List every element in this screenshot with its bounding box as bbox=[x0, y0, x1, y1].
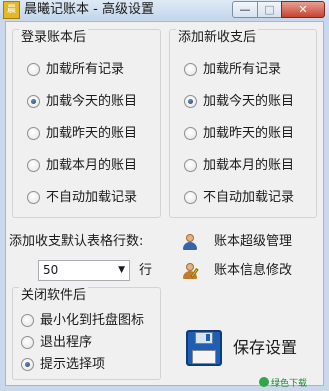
radio-button[interactable] bbox=[184, 191, 197, 204]
chevron-down-icon[interactable]: ▼ bbox=[118, 264, 125, 277]
watermark-text: 绿色下载 bbox=[271, 379, 308, 389]
login-option-label: 加载今天的账目 bbox=[46, 94, 138, 109]
save-button-label: 保存设置 bbox=[233, 338, 298, 357]
radio-button[interactable] bbox=[21, 336, 34, 349]
user-icon bbox=[183, 234, 197, 250]
minimize-button[interactable]: — bbox=[232, 1, 258, 18]
close-option-label: 提示选择项 bbox=[40, 357, 106, 372]
window-title: 晨曦记账本 - 高级设置 bbox=[24, 2, 154, 17]
default-rows-label: 添加收支默认表格行数: bbox=[9, 234, 144, 249]
maximize-button[interactable]: □ bbox=[257, 1, 282, 18]
close-option-label: 退出程序 bbox=[40, 335, 93, 350]
watermark-logo-icon bbox=[259, 377, 269, 387]
radio-button[interactable] bbox=[27, 63, 40, 76]
title-bar[interactable]: 晨 晨曦记账本 - 高级设置 — □ ✕ bbox=[0, 0, 329, 20]
floppy-disk-icon bbox=[186, 330, 222, 366]
info-edit-link[interactable]: 账本信息修改 bbox=[214, 262, 292, 280]
add-option-label: 不自动加载记录 bbox=[203, 190, 295, 205]
login-option-label: 加载本月的账目 bbox=[46, 158, 138, 173]
login-group-title: 登录账本后 bbox=[19, 29, 89, 47]
close-behavior-group: 关闭软件后 最小化到托盘图标 退出程序 提示选择项 bbox=[12, 287, 161, 380]
close-option-label: 最小化到托盘图标 bbox=[40, 313, 145, 328]
login-option-label: 加载所有记录 bbox=[46, 62, 125, 77]
radio-button[interactable] bbox=[27, 159, 40, 172]
add-behavior-group: 添加新收支后 加载所有记录 加载今天的账目 加载昨天的账目 加载本月的账目 不自… bbox=[169, 29, 317, 218]
radio-button[interactable] bbox=[21, 314, 34, 327]
radio-button[interactable] bbox=[184, 63, 197, 76]
default-rows-select[interactable]: 50 ▼ bbox=[38, 260, 130, 281]
add-option-label: 加载今天的账目 bbox=[203, 94, 295, 109]
radio-button[interactable] bbox=[27, 191, 40, 204]
add-option-label: 加载本月的账目 bbox=[203, 158, 295, 173]
login-option-label: 加载昨天的账目 bbox=[46, 126, 138, 141]
radio-button[interactable] bbox=[184, 127, 197, 140]
user-edit-icon bbox=[183, 263, 199, 279]
login-behavior-group: 登录账本后 加载所有记录 加载今天的账目 加载昨天的账目 加载本月的账目 不自动… bbox=[12, 29, 161, 218]
add-option-label: 加载昨天的账目 bbox=[203, 126, 295, 141]
add-option-label: 加载所有记录 bbox=[203, 62, 282, 77]
login-option-label: 不自动加载记录 bbox=[46, 190, 138, 205]
close-group-title: 关闭软件后 bbox=[19, 287, 89, 305]
close-button[interactable]: ✕ bbox=[281, 1, 325, 18]
super-admin-link[interactable]: 账本超级管理 bbox=[214, 233, 292, 251]
settings-window: 晨 晨曦记账本 - 高级设置 — □ ✕ 登录账本后 加载所有记录 加载今天的账… bbox=[0, 0, 329, 391]
app-icon: 晨 bbox=[3, 1, 20, 19]
dialog-client-area: 登录账本后 加载所有记录 加载今天的账目 加载昨天的账目 加载本月的账目 不自动… bbox=[5, 21, 324, 386]
radio-button[interactable] bbox=[184, 159, 197, 172]
add-group-title: 添加新收支后 bbox=[176, 29, 259, 47]
watermark: 绿色下载 bbox=[259, 376, 307, 389]
radio-button-selected[interactable] bbox=[21, 358, 34, 371]
rows-unit-label: 行 bbox=[139, 263, 153, 278]
save-settings-button[interactable]: 保存设置 bbox=[186, 328, 316, 378]
radio-button[interactable] bbox=[27, 127, 40, 140]
radio-button-selected[interactable] bbox=[27, 95, 40, 108]
default-rows-value: 50 bbox=[43, 263, 59, 277]
radio-button-selected[interactable] bbox=[184, 95, 197, 108]
